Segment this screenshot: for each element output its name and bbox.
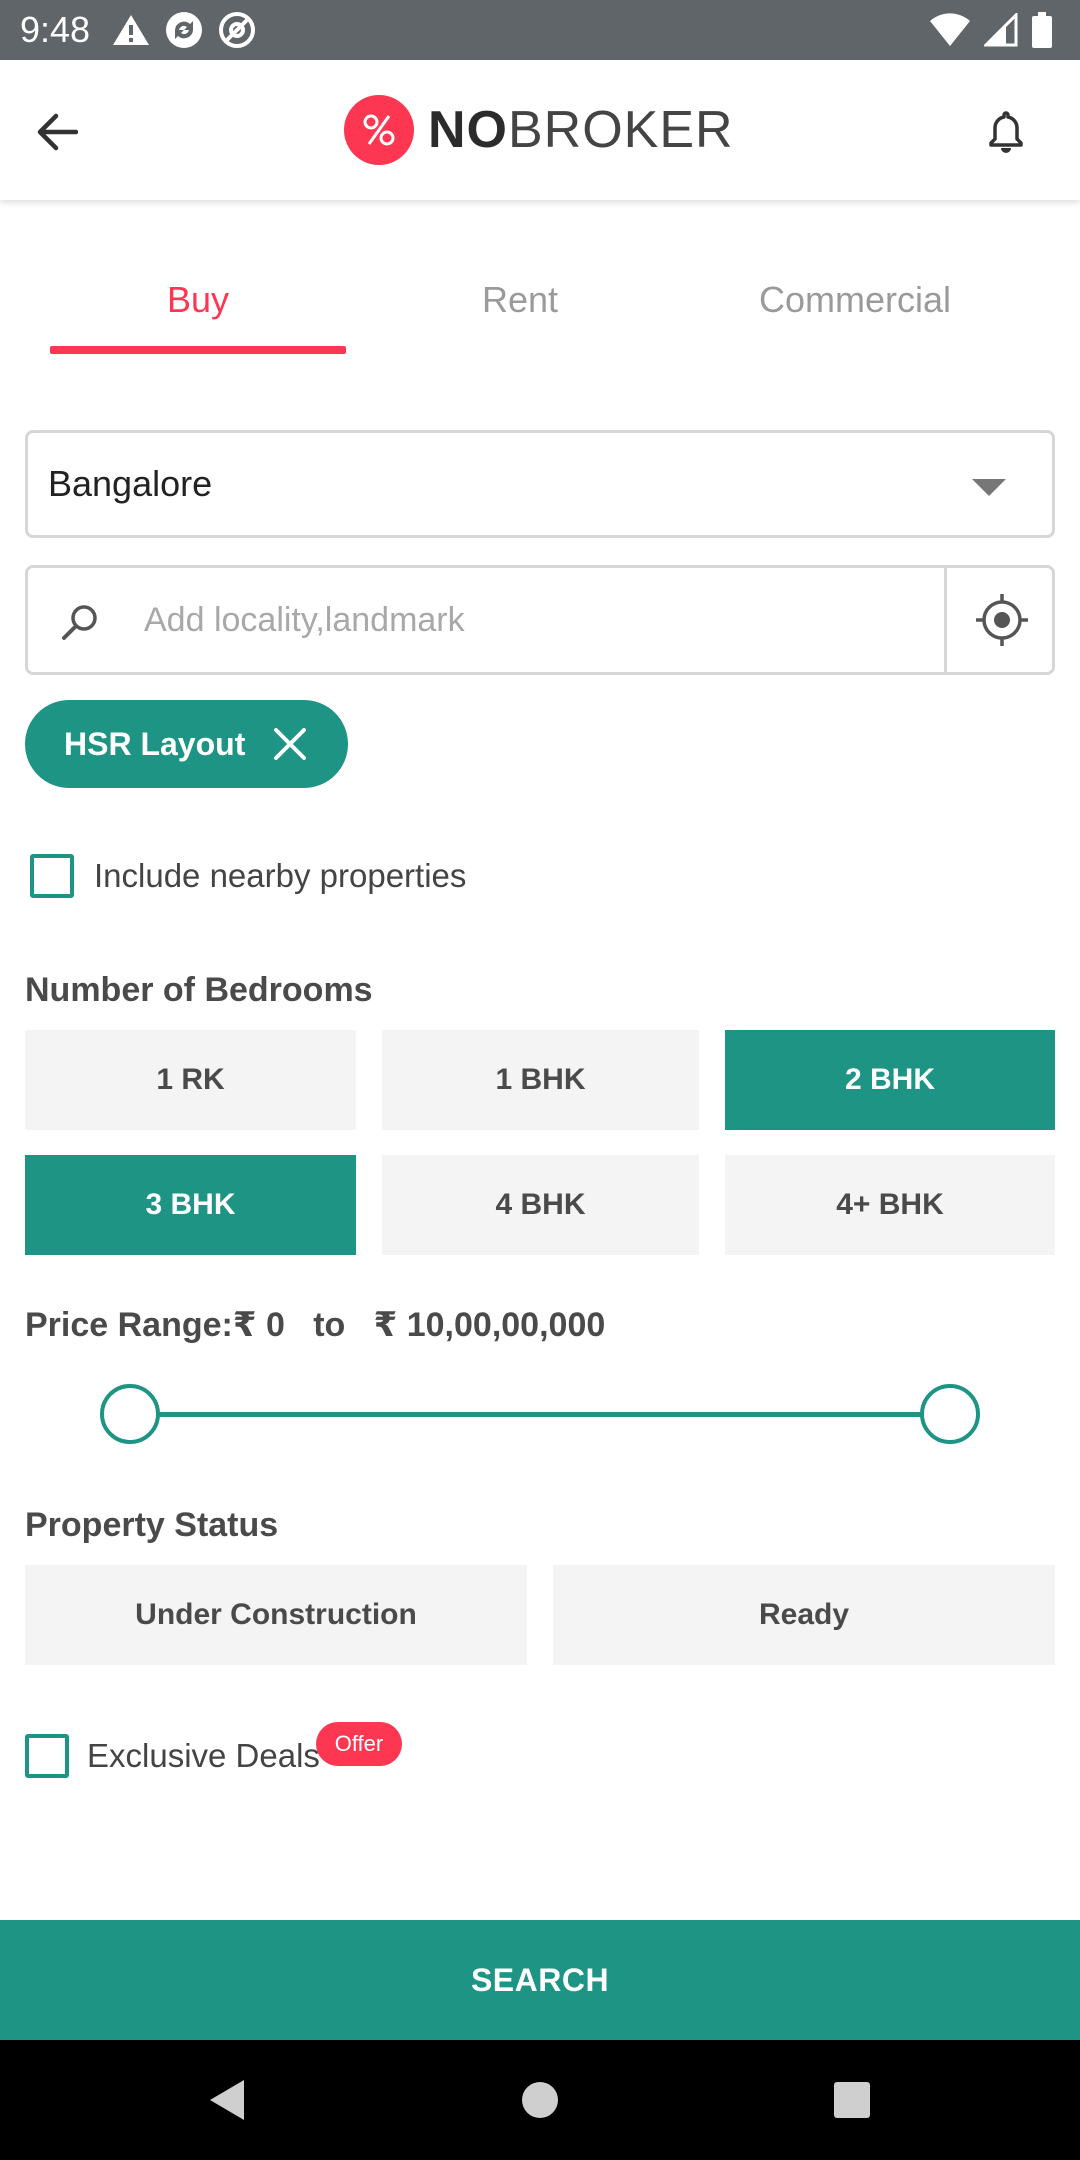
exclusive-deals-row: Exclusive Deals xyxy=(25,1734,320,1778)
bedroom-option-1bhk[interactable]: 1 BHK xyxy=(382,1030,699,1130)
arrow-left-icon xyxy=(37,113,78,151)
include-nearby-checkbox[interactable] xyxy=(30,854,74,898)
price-min-thumb[interactable] xyxy=(100,1384,160,1444)
city-value: Bangalore xyxy=(48,463,213,504)
nav-recents-icon xyxy=(834,2082,870,2118)
logo-bold-text: NO xyxy=(428,101,508,159)
nav-recents-button[interactable] xyxy=(822,2070,882,2130)
status-option-under-construction[interactable]: Under Construction xyxy=(25,1565,527,1665)
battery-icon xyxy=(1032,12,1052,48)
remove-chip-button[interactable] xyxy=(270,724,310,764)
current-location-button[interactable] xyxy=(948,568,1055,672)
exclusive-deals-label: Exclusive Deals xyxy=(87,1737,320,1774)
status-left-icons xyxy=(112,8,256,52)
signal-icon xyxy=(984,13,1018,47)
logo-mark-icon xyxy=(344,95,414,165)
listing-type-tabs: Buy Rent Commercial xyxy=(0,250,1080,360)
price-slider-track xyxy=(130,1412,950,1417)
close-icon xyxy=(274,728,306,760)
property-status-title: Property Status xyxy=(25,1506,279,1544)
app-bar: NOBROKER xyxy=(0,60,1080,200)
nav-home-button[interactable] xyxy=(510,2070,570,2130)
logo-regular-text: BROKER xyxy=(508,101,734,159)
logo-wordmark: NOBROKER xyxy=(428,100,734,160)
nav-back-icon xyxy=(210,2080,244,2120)
bedroom-option-4plus-bhk[interactable]: 4+ BHK xyxy=(725,1155,1055,1255)
wifi-icon xyxy=(930,13,970,46)
offer-badge: Offer xyxy=(316,1722,402,1766)
chevron-down-icon xyxy=(972,479,1006,496)
nav-home-icon xyxy=(522,2082,558,2118)
status-time: 9:48 xyxy=(20,9,91,50)
notifications-button[interactable] xyxy=(974,100,1038,164)
price-range-label: Price Range:₹ 0 to ₹ 10,00,00,000 xyxy=(25,1306,606,1344)
locality-search-box xyxy=(25,565,1055,675)
selected-locality-chip: HSR Layout xyxy=(25,700,348,788)
tab-buy[interactable]: Buy xyxy=(50,250,346,350)
bedroom-option-4bhk[interactable]: 4 BHK xyxy=(382,1155,699,1255)
sync-icon xyxy=(166,12,202,48)
include-nearby-row: Include nearby properties xyxy=(30,854,466,898)
bedroom-option-1rk[interactable]: 1 RK xyxy=(25,1030,356,1130)
warning-icon xyxy=(113,15,149,45)
system-nav-bar xyxy=(0,2040,1080,2160)
locality-search-input[interactable] xyxy=(144,590,944,650)
city-dropdown[interactable]: Bangalore xyxy=(25,430,1055,538)
search-button[interactable]: SEARCH xyxy=(0,1920,1080,2040)
bell-icon xyxy=(989,111,1023,153)
search-icon xyxy=(62,605,97,640)
crosshair-location-icon xyxy=(975,594,1028,646)
bedrooms-title: Number of Bedrooms xyxy=(25,971,373,1009)
price-max-thumb[interactable] xyxy=(920,1384,980,1444)
at-sign-icon xyxy=(219,12,255,48)
status-right-icons xyxy=(930,8,1052,52)
exclusive-deals-checkbox[interactable] xyxy=(25,1734,69,1778)
include-nearby-label: Include nearby properties xyxy=(94,857,467,894)
tab-commercial[interactable]: Commercial xyxy=(690,250,1020,350)
bedroom-option-3bhk[interactable]: 3 BHK xyxy=(25,1155,356,1255)
back-button[interactable] xyxy=(24,100,88,164)
status-option-ready[interactable]: Ready xyxy=(553,1565,1055,1665)
status-bar: 9:48 xyxy=(0,0,1080,60)
search-divider xyxy=(944,568,947,672)
bedroom-option-2bhk[interactable]: 2 BHK xyxy=(725,1030,1055,1130)
tab-rent[interactable]: Rent xyxy=(400,250,640,350)
active-tab-indicator xyxy=(50,346,346,354)
nobroker-logo: NOBROKER xyxy=(344,95,734,165)
chip-label: HSR Layout xyxy=(64,725,246,762)
nav-back-button[interactable] xyxy=(196,2070,256,2130)
